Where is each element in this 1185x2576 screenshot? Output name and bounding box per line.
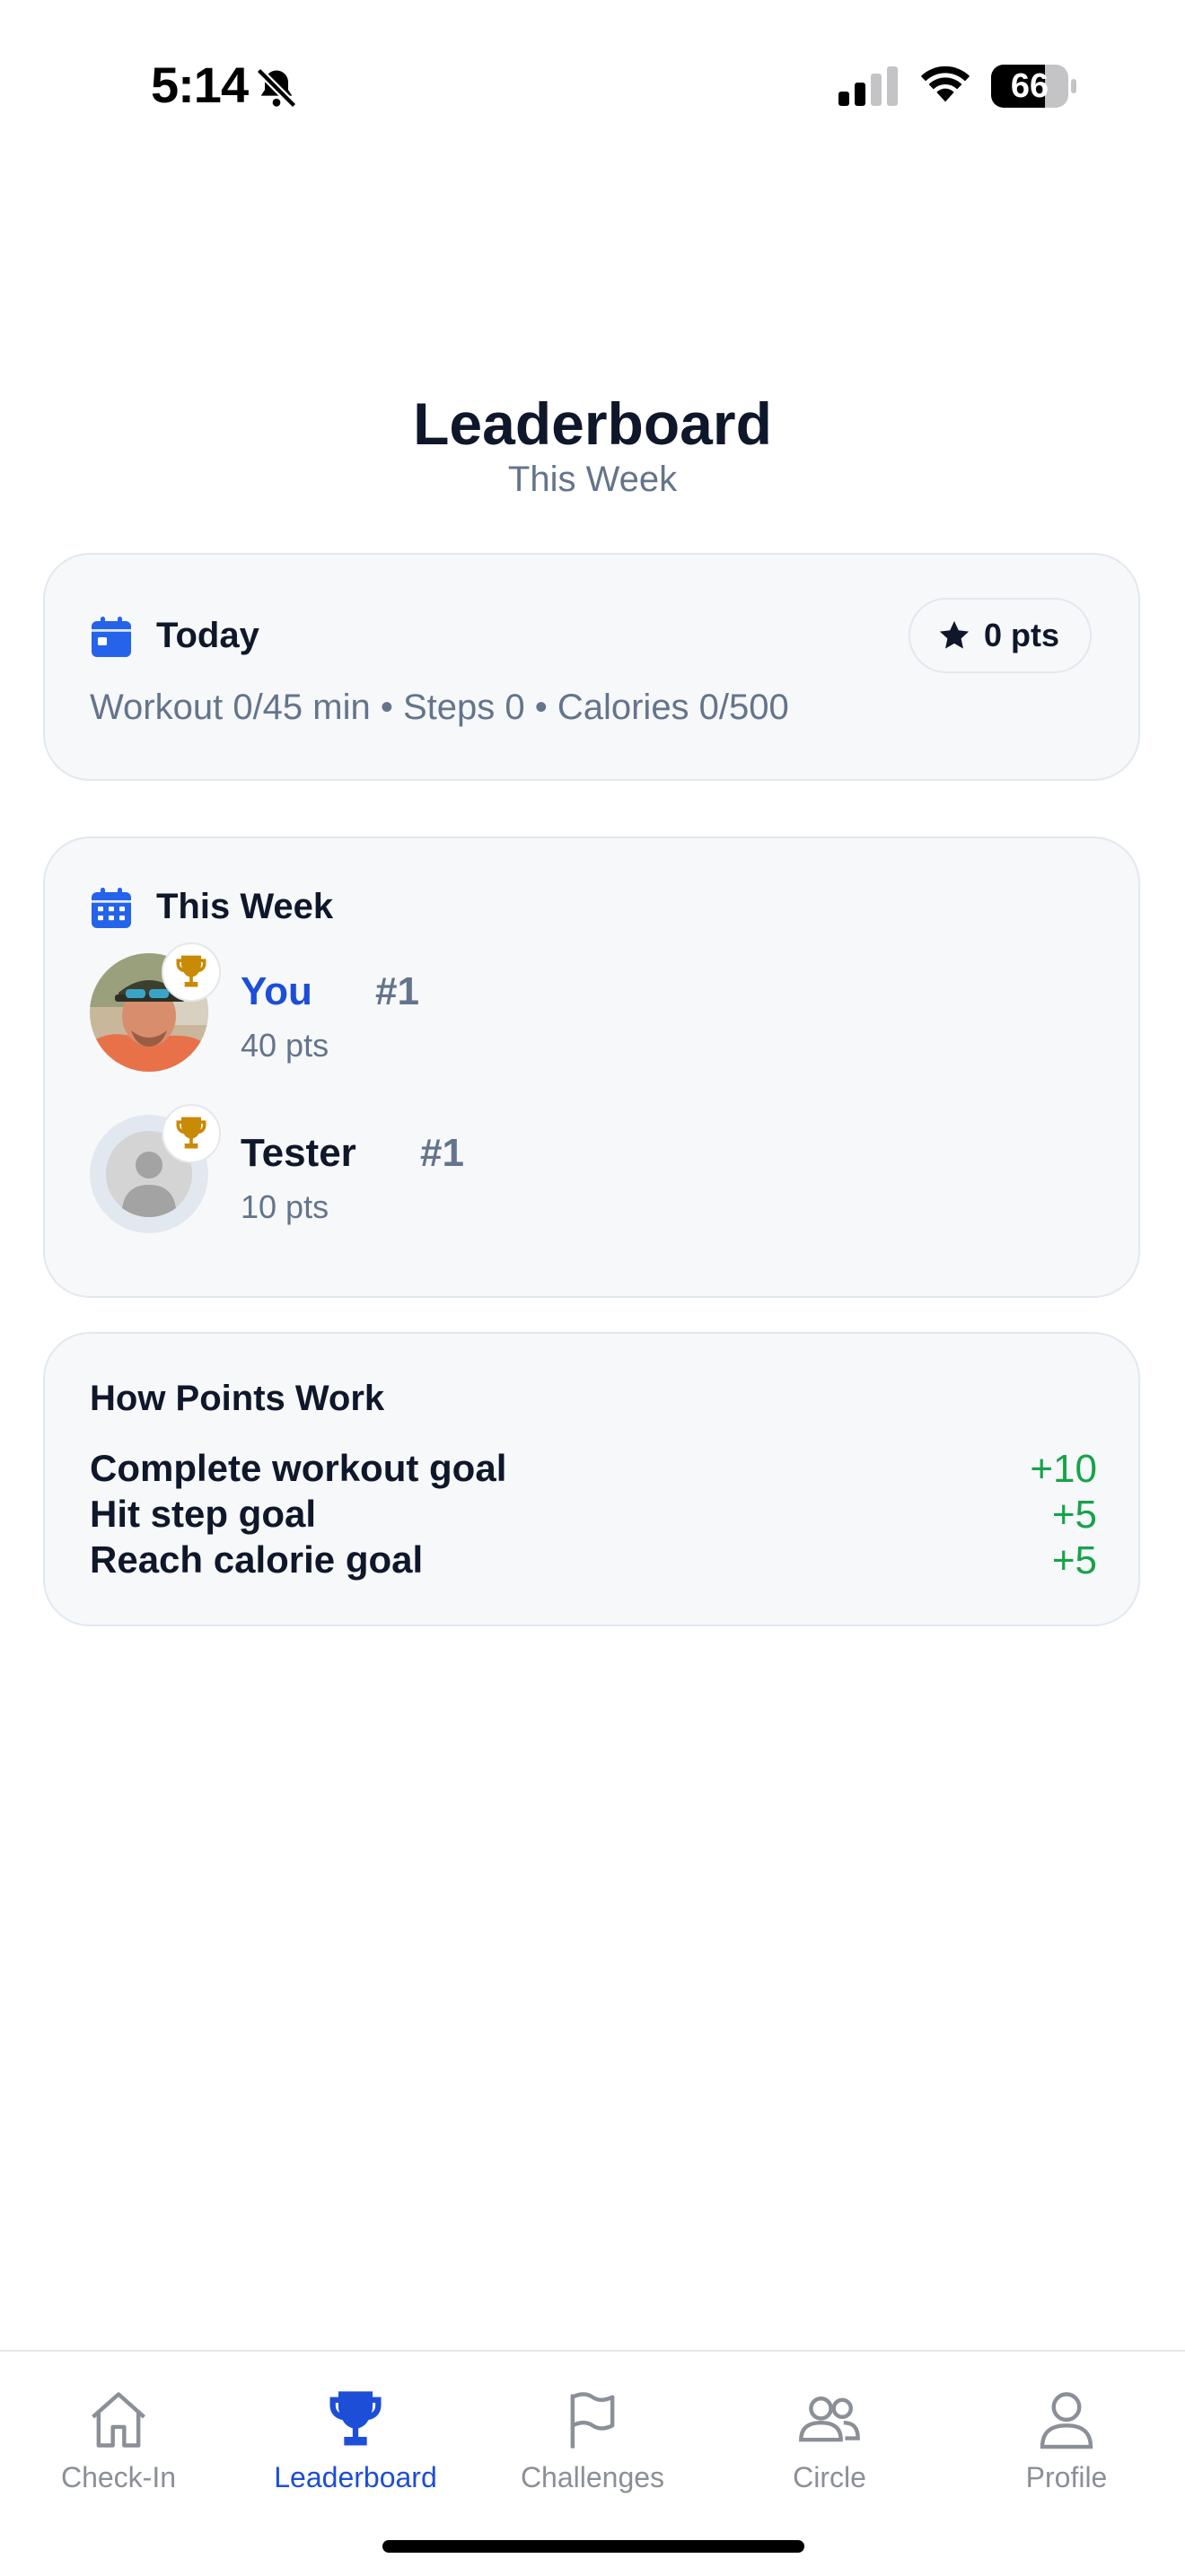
battery-percent: 66 xyxy=(1010,67,1049,105)
today-stats: Workout 0/45 min • Steps 0 • Calories 0/… xyxy=(90,688,789,727)
rule-value: +5 xyxy=(1051,1538,1097,1582)
cellular-signal-icon xyxy=(838,66,898,106)
points-rule-row: Complete workout goal +10 xyxy=(90,1447,1097,1492)
rule-label: Hit step goal xyxy=(90,1493,317,1535)
leaderboard-rank: #1 xyxy=(375,969,419,1013)
tab-label: Circle xyxy=(793,2461,866,2493)
trophy-badge-you xyxy=(162,942,221,1002)
tab-label: Challenges xyxy=(520,2461,665,2493)
today-points-value: 0 pts xyxy=(983,617,1059,653)
home-indicator[interactable] xyxy=(382,2540,804,2553)
rule-value: +10 xyxy=(1030,1447,1097,1491)
trophy-icon xyxy=(329,2391,382,2446)
flag-icon xyxy=(570,2392,615,2449)
today-card: Today 0 pts Workout 0/45 min • Steps 0 •… xyxy=(43,553,1140,781)
leaderboard-points: 40 pts xyxy=(241,1027,329,1064)
today-heading: Today xyxy=(156,616,259,655)
page-title: Leaderboard xyxy=(413,390,772,457)
tab-check-in[interactable]: Check-In xyxy=(0,2370,237,2504)
trophy-icon xyxy=(176,955,206,987)
home-icon xyxy=(92,2392,145,2448)
rule-value: +5 xyxy=(1051,1493,1097,1537)
wifi-icon xyxy=(920,66,970,102)
tab-label: Profile xyxy=(1025,2461,1108,2493)
tab-label: Leaderboard xyxy=(274,2461,437,2493)
leaderboard-name: Tester xyxy=(241,1131,356,1175)
tab-leaderboard[interactable]: Leaderboard xyxy=(237,2370,474,2504)
tab-circle[interactable]: Circle xyxy=(711,2370,948,2504)
page-subtitle: This Week xyxy=(507,460,678,499)
bell-off-icon xyxy=(256,67,297,109)
leaderboard-row-tester[interactable]: Tester #1 10 pts xyxy=(90,1104,628,1240)
points-rule-row: Reach calorie goal +5 xyxy=(90,1538,1097,1583)
tab-challenges[interactable]: Challenges xyxy=(474,2370,711,2504)
points-rule-row: Hit step goal +5 xyxy=(90,1493,1097,1538)
status-time: 5:14 xyxy=(151,57,249,113)
week-card: This Week You #1 40 pts Tester #1 10 pts xyxy=(43,837,1140,1298)
person-icon xyxy=(1040,2392,1093,2449)
how-points-heading: How Points Work xyxy=(90,1379,385,1418)
week-heading: This Week xyxy=(156,887,334,926)
calendar-week-icon xyxy=(92,888,131,928)
people-icon xyxy=(799,2396,860,2442)
leaderboard-points: 10 pts xyxy=(241,1188,329,1225)
star-icon xyxy=(939,620,970,649)
today-points-badge: 0 pts xyxy=(908,598,1092,673)
calendar-icon xyxy=(92,617,131,657)
rule-label: Reach calorie goal xyxy=(90,1538,424,1581)
status-bar: 5:14 66 xyxy=(0,0,1185,171)
tab-profile[interactable]: Profile xyxy=(948,2370,1185,2504)
leaderboard-rank: #1 xyxy=(420,1131,464,1175)
battery-indicator: 66 xyxy=(991,65,1077,108)
rule-label: Complete workout goal xyxy=(90,1447,507,1489)
tab-label: Check-In xyxy=(60,2461,177,2493)
leaderboard-name: You xyxy=(241,969,312,1013)
trophy-badge-tester xyxy=(162,1104,221,1163)
how-points-card: How Points Work Complete workout goal +1… xyxy=(43,1332,1140,1626)
leaderboard-row-you[interactable]: You #1 40 pts xyxy=(90,942,628,1079)
trophy-icon xyxy=(176,1117,206,1149)
